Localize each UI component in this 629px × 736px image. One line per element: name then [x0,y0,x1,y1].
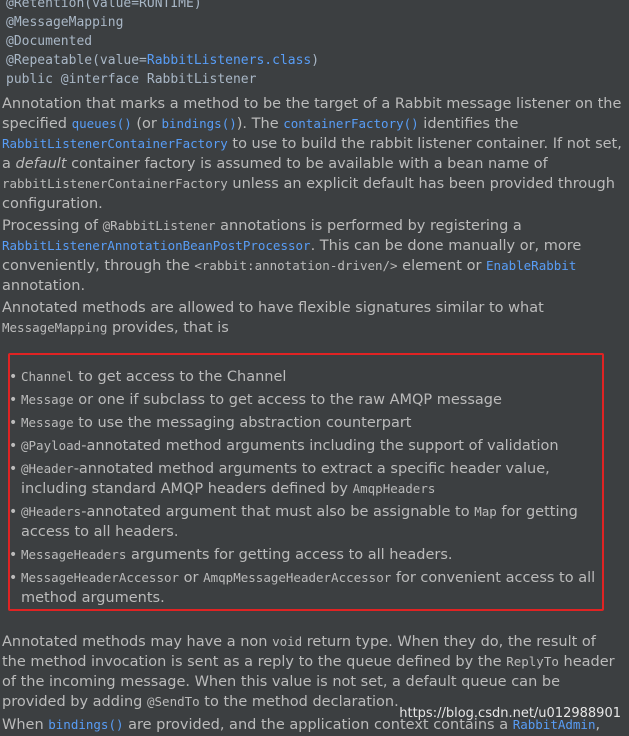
code-text: MessageHeaders [21,547,127,562]
description-paragraph-4: Annotated methods may have a non void re… [2,632,624,712]
text: identifies the [418,116,519,132]
bullet-icon: • [9,504,18,520]
code-text: ) [311,53,320,68]
code-text: Message [21,415,74,430]
list-item: • Channel to get access to the Channel [8,367,604,387]
code-line-messagemapping: @MessageMapping [6,15,124,30]
text: -annotated argument that must also be as… [81,504,475,520]
code-text: AmqpMessageHeaderAccessor [203,570,392,585]
rabbitlisteners-link[interactable]: RabbitListeners.class [147,53,311,68]
code-text: Channel [21,369,74,384]
queues-link[interactable]: queues() [72,116,132,131]
text: -annotated method arguments to extract a… [21,461,550,497]
code-text: Message [21,392,74,407]
code-line-interface: public @interface RabbitListener [6,72,257,87]
list-item: • MessageHeaders arguments for getting ac… [8,545,604,565]
text: When [2,717,49,733]
list-item: • Message or one if subclass to get acces… [8,390,604,410]
text: arguments for getting access to all head… [126,547,453,563]
code-signature: @Retention(value=RUNTIME) @MessageMappin… [6,0,626,89]
code-line-retention: @Retention(value=RUNTIME) [6,0,202,11]
code-text: @Repeatable(value= [6,53,147,68]
code-text: AmqpHeaders [352,481,436,496]
bullet-icon: • [9,392,18,408]
code-line-repeatable: @Repeatable(value=RabbitListeners.class) [6,51,626,70]
bindings-link[interactable]: bindings() [162,116,237,131]
bindings-link[interactable]: bindings() [48,717,123,732]
bullet-icon: • [9,570,18,586]
text: provides, that is [107,320,229,336]
watermark: https://blog.csdn.net/u012988901 [399,706,621,721]
list-item: • @Payload-annotated method arguments inc… [8,436,604,456]
emphasis-default: default [15,156,67,172]
containerfactory-link[interactable]: containerFactory() [283,116,418,131]
list-item: • @Header-annotated method arguments to e… [8,459,604,499]
code-text: @Headers [21,504,82,519]
list-item: • @Headers-annotated argument that must a… [8,502,604,542]
text: Annotated methods are allowed to have fl… [2,300,544,316]
text: Annotated methods may have a non [2,634,273,650]
text: or one if subclass to get access to the … [73,392,502,408]
description-paragraph-3: Annotated methods are allowed to have fl… [2,298,624,338]
list-item: • Message to use the messaging abstractio… [8,413,604,433]
code-rabbitlistener: @RabbitListener [102,218,216,233]
code-void: void [272,634,303,649]
code-bean-name: rabbitListenerContainerFactory [2,176,228,191]
text: to get access to the Channel [73,369,287,385]
text: or [179,570,204,586]
text: ). The [236,116,284,132]
signature-list: • Channel to get access to the Channel • M… [8,367,604,611]
code-text: Map [474,504,497,519]
description-paragraph-2: Processing of @RabbitListener annotation… [2,216,624,296]
bullet-icon: • [9,461,18,477]
beanpostprocessor-link[interactable]: RabbitListenerAnnotationBeanPostProcesso… [2,238,311,253]
bullet-icon: • [9,415,18,431]
text: (or [131,116,162,132]
bullet-icon: • [9,369,18,385]
rabbitlistenercontainerfactory-link[interactable]: RabbitListenerContainerFactory [2,136,228,151]
enablerabbit-link[interactable]: EnableRabbit [486,258,576,273]
text: container factory is assumed to be avail… [66,156,548,172]
code-replyto: ReplyTo [506,654,559,669]
code-text: @Payload [21,438,82,453]
text: element or [397,258,487,274]
code-text: MessageHeaderAccessor [21,570,180,585]
code-text: @Header [21,461,74,476]
text: Processing of [2,218,103,234]
code-line-documented: @Documented [6,34,93,49]
text: to use the messaging abstraction counter… [73,415,412,431]
bullet-icon: • [9,547,18,563]
text: annotation. [2,278,86,294]
text: annotations is performed by registering … [215,218,522,234]
bullet-icon: • [9,438,18,454]
list-item: • MessageHeaderAccessor or AmqpMessageHea… [8,568,604,608]
code-sendto: @SendTo [147,694,200,709]
text: -annotated method arguments including th… [81,438,559,454]
text: to the method declaration. [199,694,399,710]
description-paragraph-1: Annotation that marks a method to be the… [2,94,624,214]
code-messagemapping: MessageMapping [2,320,108,335]
code-annotation-driven: <rabbit:annotation-driven/> [194,258,398,273]
